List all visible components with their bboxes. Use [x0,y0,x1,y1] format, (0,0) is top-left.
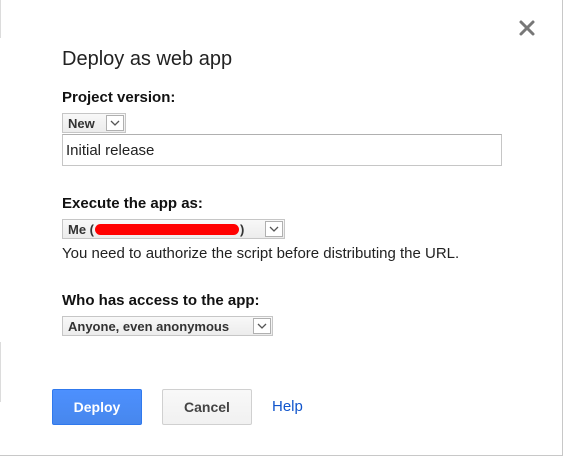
left-edge-divider [0,342,1,402]
deploy-button[interactable]: Deploy [52,389,142,425]
authorize-helper-text: You need to authorize the script before … [62,245,460,262]
project-version-select[interactable]: New [62,113,126,133]
version-description-input[interactable] [62,134,502,166]
execute-as-suffix: ) [240,221,245,237]
execute-as-selected: Me ( ) [63,222,265,237]
access-label: Who has access to the app: [62,292,260,309]
cancel-button[interactable]: Cancel [162,389,252,425]
execute-as-select[interactable]: Me ( ) [62,219,285,239]
execute-as-prefix: Me ( [68,221,94,237]
left-edge-divider [0,0,1,38]
dialog-title: Deploy as web app [62,48,233,70]
project-version-label: Project version: [62,89,176,106]
close-icon[interactable] [516,17,538,39]
chevron-down-icon [253,318,271,334]
chevron-down-icon [265,221,283,237]
help-link[interactable]: Help [272,398,303,415]
deploy-dialog: Deploy as web app Project version: New E… [0,0,563,456]
execute-as-label: Execute the app as: [62,195,203,212]
access-selected: Anyone, even anonymous [68,318,230,334]
access-select[interactable]: Anyone, even anonymous [62,316,273,336]
chevron-down-icon [106,115,124,131]
redaction-mark [95,223,239,235]
project-version-selected: New [68,115,95,131]
